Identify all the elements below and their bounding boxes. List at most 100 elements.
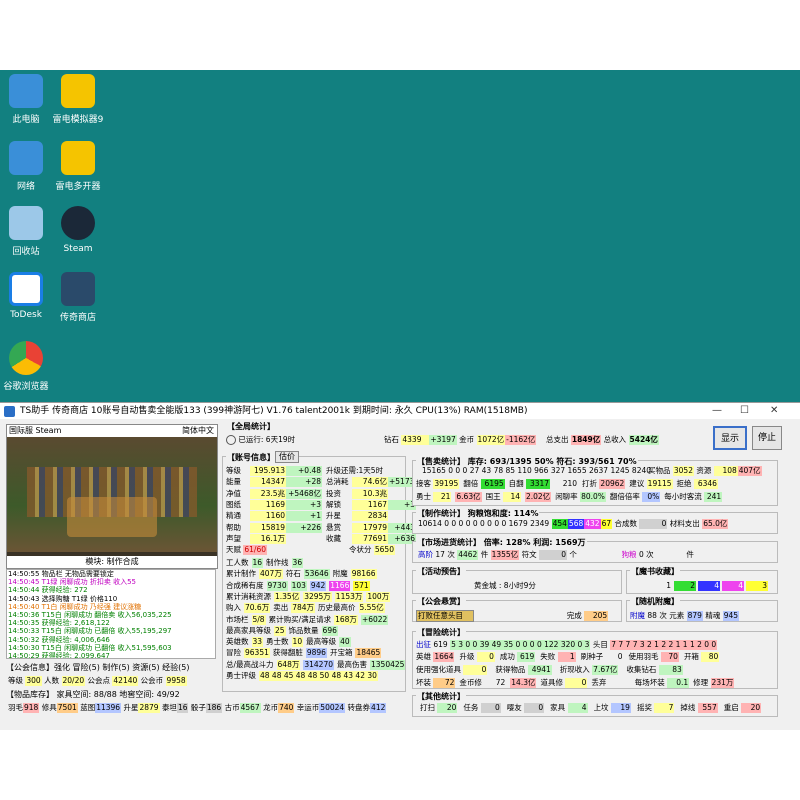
desktop-shortcut-label: Steam: [63, 244, 93, 254]
inventory-item-label: 龙币: [263, 703, 279, 712]
module-label: 模块: 制作合成: [7, 556, 217, 568]
account-row: 净值 23.5兆 +5468亿 投资 10.3兆: [226, 488, 388, 499]
account-row: 图纸 1169 +3 解锁 1167 +3: [226, 499, 416, 510]
account-row: 帮助 15819 +226 悬赏 17979 +443: [226, 522, 416, 533]
account-row: 精通 1160 +1 升星 2834: [226, 511, 388, 522]
magic-value: 4: [722, 581, 744, 591]
account-row: 等级 195.913 +0.48 升级还需:1天5时: [226, 466, 384, 476]
magic-value: 1: [666, 581, 671, 590]
inventory-item-value: 2879: [138, 703, 160, 713]
inventory-item-value: 11396: [95, 703, 122, 713]
guild-info-row: 等级 300 人数 20/20 公会点 42140 公会币 9958: [8, 676, 187, 686]
inventory-item-value: 186: [205, 703, 223, 713]
minimize-icon[interactable]: —: [712, 403, 722, 419]
desktop-shortcut-label: 传奇商店: [59, 313, 96, 323]
desktop-shortcut-8[interactable]: 谷歌浏览器: [0, 341, 62, 392]
stop-button[interactable]: 停止: [752, 426, 782, 450]
inventory-item-value: 740: [278, 703, 295, 713]
lingzhuang-row: 令状分 5650: [349, 545, 395, 555]
desktop-shortcut-7[interactable]: 传奇商店: [42, 272, 114, 323]
desktop-shortcut-label: 雷电模拟器9: [52, 115, 104, 125]
log-line: 14:50:29 获得经验: 2,099,647: [8, 652, 110, 659]
account-row: 能量 14347 +28 总消耗 74.6亿 +5173万: [226, 477, 422, 488]
window-titlebar[interactable]: TS助手 传奇商店 10账号自动售卖全能版133 (399神游阿七) V1.76…: [0, 403, 800, 419]
computer-icon: [9, 74, 43, 108]
activity-title: 【活动预告】: [416, 566, 466, 577]
magic-value: 3: [746, 581, 768, 591]
desktop-shortcut-label: 雷电多开器: [55, 182, 101, 192]
activity-text: 黄金城 : 8小时9分: [474, 581, 536, 590]
currency-row: 钻石 4339 +3197 金币 1072亿 -1162亿 总支出 1849亿 总收…: [384, 435, 659, 445]
adventure-row-2: 英雄 1664 升级 0 成功 619 失败 1 刷种子 0 使用羽毛 70 开箱 80: [416, 652, 720, 662]
game-shop-icon: [61, 272, 95, 306]
account-grid-row: 购入 70.6万 卖出 784万 历史最高价 5.55亿: [226, 603, 385, 614]
desktop-shortcut-1[interactable]: 雷电模拟器9: [42, 74, 114, 125]
account-grid-row: 累计制作 407万 符石 53646 附魔 98166: [226, 569, 377, 580]
global-title: 【全局统计】: [226, 421, 276, 432]
adventure-row-1: 出征 619 5 3 0 0 39 49 35 0 0 0 0 122 320 …: [416, 640, 718, 650]
inventory-item-label: 古币: [224, 703, 240, 712]
sell-row-2: 接客 39195 翻倍 6195 自翻 3317 210 打折 20962 建议 1911…: [416, 479, 718, 489]
inventory-item-label: 修具: [41, 703, 57, 712]
inventory-item-label: 转盘券: [347, 703, 371, 712]
account-grid-row: 合成稀有度 9730 103 942 1166 571: [226, 580, 370, 591]
inventory-item-value: 412: [370, 703, 387, 713]
bottom-blank-area: [0, 730, 800, 800]
desktop-shortcut-5[interactable]: Steam: [42, 206, 114, 254]
inventory-item-value: 918: [23, 703, 40, 713]
maximize-icon[interactable]: ☐: [740, 403, 749, 419]
inventory-item-label: 蓝图: [80, 703, 96, 712]
adventure-title: 【冒险统计】: [416, 627, 466, 638]
inventory-item-value: 50024: [319, 703, 346, 713]
random-row: 附魔 88 次 元素 879 精魂 945: [630, 611, 740, 621]
language-label: 简体中文: [182, 426, 214, 435]
inventory-item-label: 升星: [123, 703, 139, 712]
inventory-item-value: 4567: [239, 703, 261, 713]
chrome-icon: [9, 341, 43, 375]
desktop-shortcut-label: 谷歌浏览器: [3, 382, 49, 392]
desktop-shortcut-3[interactable]: 雷电多开器: [42, 141, 114, 192]
activity-log[interactable]: 14:50:55 物品栏 无物品需要锁定 14:50:45 T1绿 闲聊成功 折扣…: [6, 569, 216, 659]
log-line: 14:50:36 T15白 闲聊成功 翻倍卖 收入56,035,225: [8, 611, 172, 620]
sell-row-3: 勇士 21 6.63亿 国王 14 2.02亿 闲聊率 80.0% 翻倍倍率 0% 每小时客…: [416, 492, 723, 502]
account-grid-row: 英雄数 33 勇士数 10 最高等级 40: [226, 637, 351, 648]
craft-row: 10614 0 0 0 0 0 0 0 0 0 1679 2349 454 568…: [418, 519, 729, 529]
log-line: 14:50:44 获得经验: 272: [8, 586, 88, 595]
market-row: 高阶 17 次 4462 件 1355亿 符文 0 个 狗粮 0 次 件: [418, 550, 694, 560]
reward-title: 【公会悬赏】: [416, 596, 466, 607]
account-grid-row: 总/最高战斗力 648万 314270 最高伤害 1350425: [226, 659, 406, 670]
recycle-bin-icon: [9, 206, 43, 240]
log-line: 14:50:30 T15白 闲聊成功 已翻倍 收入51,595,603: [8, 643, 172, 652]
clock-icon: [226, 435, 236, 445]
inventory-title: 【物品库存】 家具空间: 88/88 地窖空间: 49/92: [6, 690, 180, 699]
guild-title: 【公会信息】强化 冒险(5) 制作(5) 资源(5) 经验(5): [6, 663, 190, 672]
market-title: 【市场进货统计】 倍率: 128% 利润: 1569万: [416, 537, 587, 548]
close-icon[interactable]: ✕: [770, 403, 778, 419]
magic-title: 【魔书收藏】: [630, 566, 680, 577]
other-title: 【其他统计】: [416, 691, 466, 702]
reward-row: 打败任意头目 完成 205: [416, 610, 609, 622]
adventure-row-4: 坏装 72 金币修 72 14.3亿 道具修 0 丢弃 每场坏装 0.1 修理 231万: [416, 678, 735, 688]
account-grid-row: 最高家具等级 25 饰品数量 696: [226, 625, 338, 636]
inventory-item-value: 7501: [56, 703, 78, 713]
magic-row: 12443: [650, 580, 770, 591]
account-grid-row: 冒险 96351 获得翻脏 9896 开宝箱 18465: [226, 648, 382, 659]
magic-value: 2: [674, 581, 696, 591]
log-line: 14:50:55 物品栏 无物品需要锁定: [8, 570, 114, 578]
global-row: 已运行: 6天19时: [226, 434, 295, 445]
account-title: 【账号信息】: [226, 452, 276, 463]
account-grid-row: 勇士评级 48 48 45 48 48 50 48 43 42 30: [226, 671, 378, 681]
todesk-icon: [9, 272, 43, 306]
emulator-icon: [61, 74, 95, 108]
account-grid-row: 工人数 16 制作线 36: [226, 558, 304, 568]
log-line: 14:50:40 T1白 闲聊成功 乃经强 建议涨糖: [8, 602, 142, 611]
log-line: 14:50:32 获得经验: 4,006,646: [8, 635, 110, 644]
sell-numbers-row: 15165 0 0 0 27 43 78 85 110 966 327 1655…: [422, 466, 652, 475]
sell-buy-row: 买物品 3052 资源 108 407亿: [648, 466, 762, 476]
app-icon: [4, 406, 15, 417]
inventory-item-value: 16: [176, 703, 189, 713]
adventure-row-3: 使用强化道具 0 获得物品 4941 折现收入 7.67亿 收集钻石 83: [416, 665, 683, 675]
show-button[interactable]: 显示: [713, 426, 747, 450]
valuation-tab[interactable]: 估价: [275, 451, 299, 463]
magic-value: 4: [698, 581, 720, 591]
